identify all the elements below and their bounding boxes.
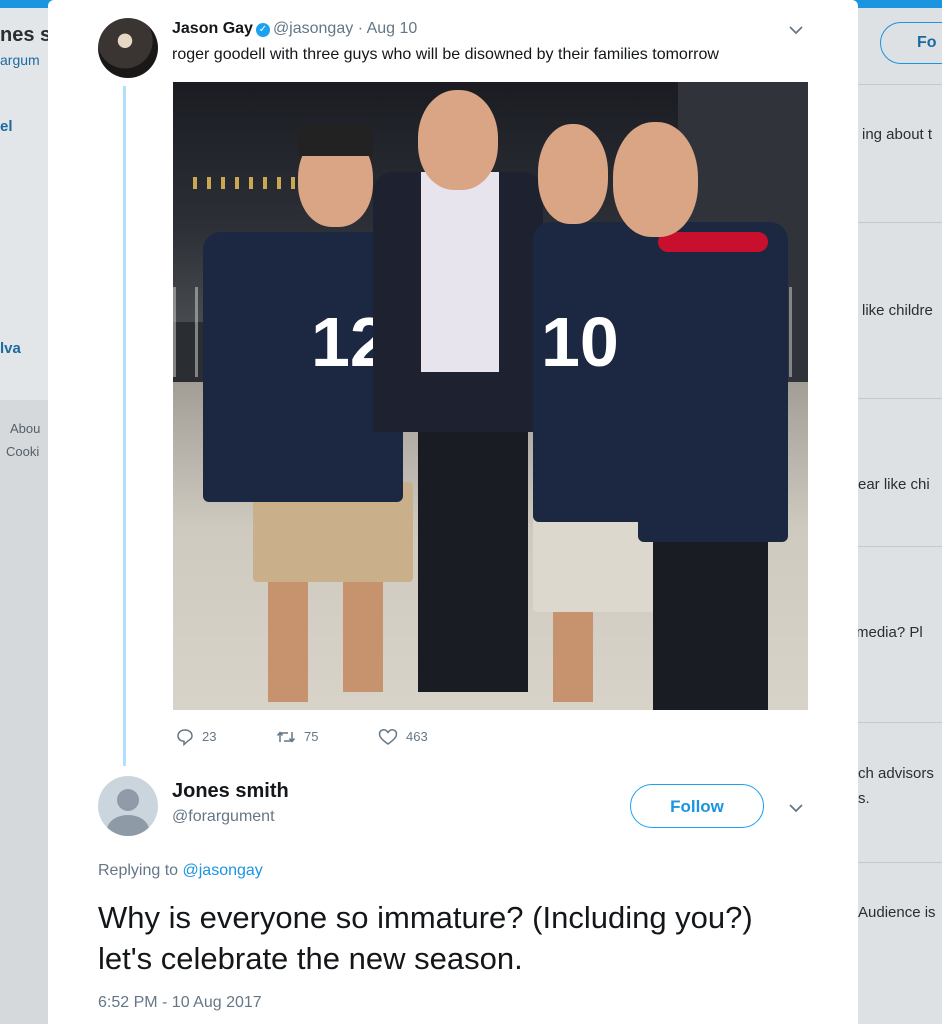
background-divider [858, 398, 942, 399]
photo-person-head [538, 124, 608, 224]
jersey-number: 10 [541, 303, 619, 381]
background-left-item[interactable]: el [0, 118, 13, 135]
background-divider [858, 222, 942, 223]
photo-person-head [613, 122, 698, 237]
background-trend-snippet: ch advisors [858, 765, 934, 782]
retweet-icon [276, 731, 296, 743]
author-handle[interactable]: @jasongay [273, 20, 353, 37]
replying-to-label: Replying to [98, 862, 179, 879]
replying-to-handle[interactable]: @jasongay [183, 862, 263, 879]
default-avatar-icon[interactable] [98, 776, 158, 836]
background-trend-snippet: media? Pl [856, 624, 923, 641]
reply-timestamp[interactable]: 6:52 PM - 10 Aug 2017 [98, 994, 262, 1012]
chevron-down-icon[interactable] [788, 800, 804, 816]
author-name[interactable]: Jason Gay [172, 20, 253, 37]
background-trend-snippet: ear like chi [858, 476, 930, 493]
retweet-count: 75 [304, 729, 319, 744]
background-trend-snippet: like childre [862, 302, 933, 319]
photo-person-trousers [418, 412, 528, 692]
reply-text: Why is everyone so immature? (Including … [98, 900, 753, 976]
reply-icon [177, 729, 193, 747]
retweet-action[interactable]: 75 [276, 728, 318, 746]
tweet-modal: Jason Gay ✓ @jasongay · Aug 10 roger goode… [48, 0, 858, 1024]
photo-person-trousers [653, 522, 768, 710]
background-profile-handle[interactable]: argum [0, 52, 40, 68]
background-trend-snippet: Audience is [858, 904, 936, 921]
tweet-date[interactable]: Aug 10 [367, 20, 418, 37]
like-action[interactable]: 463 [378, 728, 428, 746]
background-trend-snippet: s. [858, 790, 870, 807]
tweet-header: Jason Gay ✓ @jasongay · Aug 10 [172, 20, 417, 38]
thread-connector-line [123, 86, 126, 766]
background-right-column [858, 8, 942, 1024]
background-divider [858, 546, 942, 547]
photo-person-jersey [638, 222, 788, 542]
reply-author-name[interactable]: Jones smith [172, 780, 289, 803]
author-avatar[interactable] [98, 18, 158, 78]
background-footer-link[interactable]: Abou [10, 421, 40, 436]
reply-count: 23 [202, 729, 217, 744]
background-left-item[interactable]: lva [0, 340, 21, 357]
photo-person-head [418, 90, 498, 190]
background-left-footer-area [0, 400, 48, 1024]
avatar-body-shape [107, 815, 149, 836]
jersey-stripe [658, 232, 768, 252]
replying-to-line: Replying to @jasongay [98, 862, 263, 880]
background-divider [858, 722, 942, 723]
follow-button[interactable]: Follow [630, 784, 764, 828]
chevron-down-icon[interactable] [788, 22, 804, 38]
background-divider [858, 862, 942, 863]
verified-badge-icon: ✓ [255, 23, 270, 37]
photo-person-sunglasses [298, 124, 373, 156]
tweet-photo[interactable]: 12 10 [173, 82, 808, 710]
photo-person-legs [268, 562, 308, 702]
header-separator: · [357, 20, 364, 37]
background-profile-name: nes s [0, 24, 52, 46]
background-follow-button[interactable]: Fo [880, 22, 942, 64]
tweet-text: roger goodell with three guys who will b… [172, 46, 719, 63]
background-trend-snippet: ing about t [862, 126, 933, 143]
reply-author-handle[interactable]: @forargument [172, 808, 275, 826]
reply-action[interactable]: 23 [176, 728, 217, 747]
background-divider [858, 84, 942, 85]
like-icon [378, 729, 398, 745]
background-footer-link[interactable]: Cooki [6, 444, 39, 459]
like-count: 463 [406, 729, 428, 744]
avatar-head-shape [117, 789, 139, 811]
photo-person-shirt [421, 172, 499, 372]
